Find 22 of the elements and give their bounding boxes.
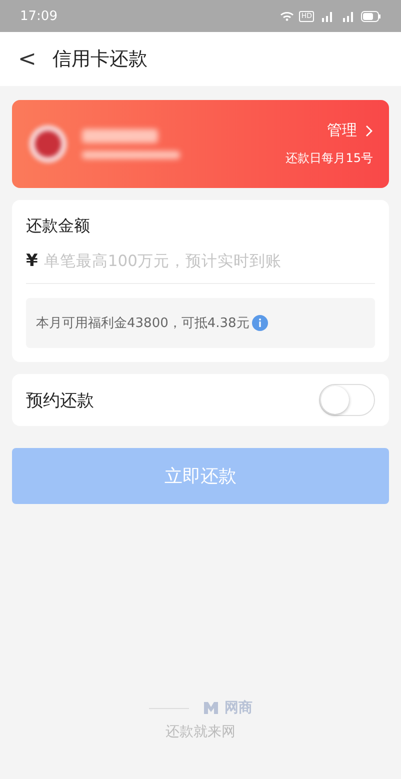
signal-icon [319, 10, 335, 22]
amount-field[interactable]: 单笔最高100万元，预计实时到账 [44, 252, 375, 270]
bank-logo-icon [28, 124, 68, 164]
back-button[interactable]: < [14, 46, 40, 72]
page-title: 信用卡还款 [52, 47, 148, 72]
wifi-icon [280, 11, 294, 21]
signal-icon [340, 10, 356, 22]
bank-card[interactable]: 管理 还款日每月15号 [12, 100, 389, 188]
benefit-text: 本月可用福利金43800，可抵4.38元 [36, 315, 250, 332]
option-label: 预约还款 [26, 390, 94, 412]
battery-icon [361, 10, 381, 22]
section-label: 还款金额 [26, 216, 91, 237]
manage-link[interactable]: 管理 [327, 121, 373, 140]
toggle-switch[interactable] [319, 384, 375, 416]
due-date: 还款日每月15号 [286, 150, 373, 167]
info-icon[interactable] [252, 315, 268, 331]
brand-logo-icon [202, 701, 218, 715]
status-time: 17:09 [20, 8, 58, 24]
chevron-icon [365, 124, 373, 136]
slogan: 还款就来网 [166, 723, 236, 741]
currency-symbol: ¥ [26, 251, 38, 271]
brand-name: 网商 [224, 699, 252, 717]
